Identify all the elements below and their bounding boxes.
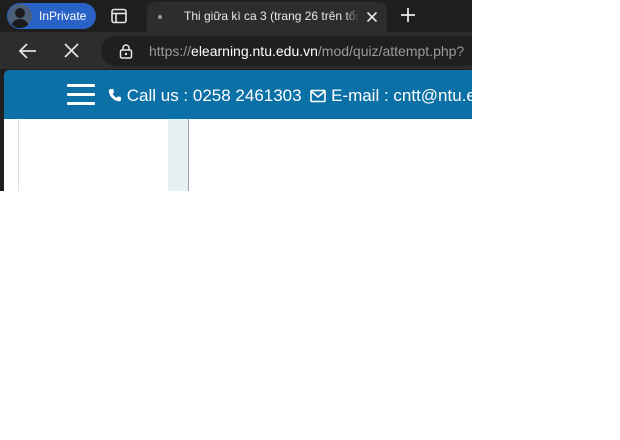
- stop-loading-icon[interactable]: [63, 42, 80, 59]
- browser-window: InPrivate Thi giữa kì ca 3 (trang 26 trê…: [0, 0, 472, 191]
- tab-active[interactable]: Thi giữa kì ca 3 (trang 26 trên tổng: [147, 2, 387, 32]
- tab-strip: InPrivate Thi giữa kì ca 3 (trang 26 trê…: [0, 0, 472, 32]
- web-page: Call us : 0258 2461303 E-mail : cntt@ntu…: [4, 70, 472, 191]
- back-arrow-icon[interactable]: [18, 41, 38, 61]
- url-scheme: https://: [149, 43, 192, 59]
- phone-icon: [108, 89, 121, 102]
- browser-toolbar: https://elearning.ntu.edu.vn/mod/quiz/at…: [0, 32, 472, 69]
- url-domain: elearning.ntu.edu.vn: [191, 43, 318, 59]
- url-path: /mod/quiz/attempt.php?: [317, 43, 465, 59]
- hamburger-menu-icon[interactable]: [67, 84, 95, 105]
- site-header-bar: Call us : 0258 2461303 E-mail : cntt@ntu…: [4, 70, 472, 119]
- address-bar[interactable]: https://elearning.ntu.edu.vn/mod/quiz/at…: [101, 36, 472, 66]
- side-strip: [168, 119, 189, 191]
- inprivate-badge[interactable]: InPrivate: [7, 3, 96, 29]
- close-icon[interactable]: [365, 10, 379, 24]
- contact-info: Call us : 0258 2461303 E-mail : cntt@ntu…: [108, 86, 472, 106]
- inprivate-label: InPrivate: [39, 9, 87, 23]
- lock-icon[interactable]: [118, 43, 134, 59]
- page-body: [4, 119, 472, 191]
- loading-dot-icon: [158, 15, 162, 19]
- profile-avatar-icon: [8, 4, 32, 28]
- phone-label: Call us : 0258 2461303: [126, 86, 302, 105]
- tab-actions-icon[interactable]: [110, 7, 128, 25]
- envelope-icon: [310, 89, 327, 103]
- url-text[interactable]: https://elearning.ntu.edu.vn/mod/quiz/at…: [149, 43, 464, 59]
- email-label: E-mail : cntt@ntu.edu.vn: [331, 86, 472, 105]
- left-panel: [18, 119, 169, 191]
- plus-icon[interactable]: [400, 7, 416, 23]
- tab-title: Thi giữa kì ca 3 (trang 26 trên tổng: [184, 9, 359, 23]
